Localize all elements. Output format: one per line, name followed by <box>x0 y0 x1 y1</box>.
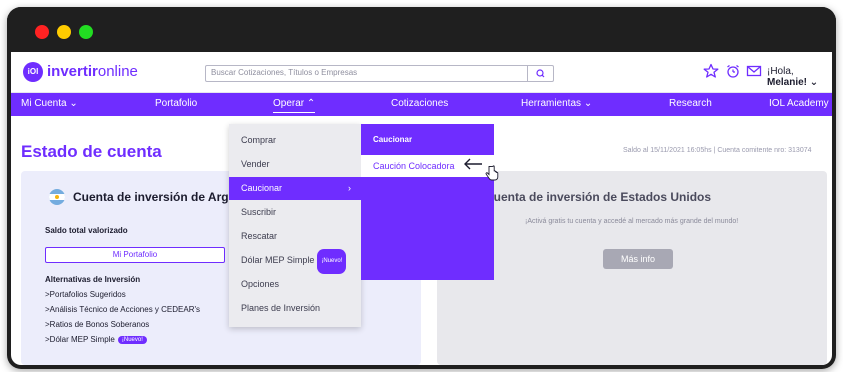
menu-item-vender[interactable]: Vender <box>229 153 361 176</box>
hand-cursor-icon <box>485 165 499 181</box>
us-account-card: Cuenta de inversión de Estados Unidos ¡A… <box>437 171 827 365</box>
nav-label: Operar <box>273 98 305 109</box>
link-label: >Dólar MEP Simple <box>45 335 115 344</box>
nav-label: Mi Cuenta <box>21 98 67 109</box>
logo-text[interactable]: invertironline <box>47 63 138 80</box>
nav-active-underline <box>273 112 316 113</box>
chevron-up-icon: ⌃ <box>306 98 316 109</box>
menu-item-dolar-mep-simple[interactable]: Dólar MEP Simple ¡Nuevo! <box>229 249 361 274</box>
menu-item-caucionar[interactable]: Caucionar › <box>229 177 361 200</box>
nav-item-research[interactable]: Research <box>669 98 712 109</box>
nav-label: IOL Academy <box>769 98 829 109</box>
alarm-clock-icon[interactable] <box>725 63 741 79</box>
window-titlebar <box>7 7 836 52</box>
main-nav: Mi Cuenta ⌄ Portafolio Operar ⌃ Cotizaci… <box>11 93 832 116</box>
browser-window: iOl invertironline Buscar Cotizaciones, … <box>7 7 836 369</box>
caucionar-submenu: Caucionar Caución Colocadora <box>361 124 494 280</box>
menu-item-suscribir[interactable]: Suscribir <box>229 201 361 224</box>
nav-label: Cotizaciones <box>391 98 449 109</box>
menu-item-opciones[interactable]: Opciones <box>229 273 361 296</box>
minimize-window-dot[interactable] <box>57 25 71 39</box>
close-window-dot[interactable] <box>35 25 49 39</box>
new-badge: ¡Nuevo! <box>117 336 147 344</box>
menu-item-rescatar[interactable]: Rescatar <box>229 225 361 248</box>
chevron-right-icon: › <box>348 183 351 193</box>
chevron-down-icon: ⌄ <box>583 98 593 109</box>
mi-portafolio-button[interactable]: Mi Portafolio <box>45 247 225 263</box>
search-placeholder: Buscar Cotizaciones, Títulos o Empresas <box>211 68 358 77</box>
logo-icon[interactable]: iOl <box>23 62 43 82</box>
top-header: iOl invertironline Buscar Cotizaciones, … <box>11 52 832 93</box>
mail-icon[interactable] <box>746 63 762 79</box>
account-balance-info: Saldo al 15/11/2021 16:05hs | Cuenta com… <box>623 147 812 154</box>
menu-item-planes-inversion[interactable]: Planes de Inversión <box>229 297 361 320</box>
nav-item-herramientas[interactable]: Herramientas ⌄ <box>521 98 592 109</box>
nav-label: Portafolio <box>155 98 198 109</box>
new-badge: ¡Nuevo! <box>317 249 347 274</box>
nav-label: Research <box>669 98 712 109</box>
search-input[interactable]: Buscar Cotizaciones, Títulos o Empresas <box>205 65 554 82</box>
maximize-window-dot[interactable] <box>79 25 93 39</box>
card-title: Cuenta de inversión de Estados Unidos <box>485 190 712 204</box>
greeting-text: ¡Hola, <box>767 66 794 77</box>
nav-label: Herramientas <box>521 98 582 109</box>
user-greeting[interactable]: ¡Hola, Melanie! ⌄ <box>767 66 832 88</box>
search-button[interactable] <box>527 66 553 81</box>
argentina-flag-icon <box>49 189 65 205</box>
submenu-item-label: Caución Colocadora <box>373 161 455 171</box>
logo-text-light: online <box>97 63 138 80</box>
link-dolar-mep-simple[interactable]: >Dólar MEP Simple ¡Nuevo! <box>45 335 147 344</box>
link-analisis-tecnico[interactable]: >Análisis Técnico de Acciones y CEDEAR's <box>45 305 200 314</box>
star-icon[interactable] <box>703 63 719 79</box>
nav-item-iol-academy[interactable]: IOL Academy <box>769 98 829 109</box>
link-ratios-bonos[interactable]: >Ratios de Bonos Soberanos <box>45 320 149 329</box>
search-icon <box>536 69 545 78</box>
total-balance-label: Saldo total valorizado <box>45 226 128 235</box>
menu-item-comprar[interactable]: Comprar <box>229 129 361 152</box>
logo-text-bold: invertir <box>47 63 98 80</box>
mas-info-button[interactable]: Más info <box>603 249 673 269</box>
menu-item-label: Caucionar <box>241 183 283 193</box>
link-portafolios-sugeridos[interactable]: >Portafolios Sugeridos <box>45 290 126 299</box>
chevron-down-icon: ⌄ <box>809 77 819 88</box>
chevron-down-icon: ⌄ <box>69 98 78 109</box>
card-subtitle: ¡Activá gratis tu cuenta y accedé al mer… <box>525 218 739 225</box>
nav-item-mi-cuenta[interactable]: Mi Cuenta ⌄ <box>21 98 78 109</box>
user-name: Melanie! <box>767 77 808 88</box>
submenu-heading: Caucionar <box>373 135 413 144</box>
menu-item-label: Dólar MEP Simple <box>241 255 315 265</box>
nav-item-cotizaciones[interactable]: Cotizaciones <box>391 98 448 109</box>
nav-item-operar[interactable]: Operar ⌃ <box>273 98 316 113</box>
operar-dropdown: Comprar Vender Caucionar › Suscribir Resc… <box>229 124 361 327</box>
page-title: Estado de cuenta <box>21 142 162 161</box>
alternatives-heading: Alternativas de Inversión <box>45 275 141 284</box>
page-viewport: iOl invertironline Buscar Cotizaciones, … <box>11 52 832 365</box>
nav-item-portafolio[interactable]: Portafolio <box>155 98 197 109</box>
arrow-left-icon <box>464 158 482 170</box>
